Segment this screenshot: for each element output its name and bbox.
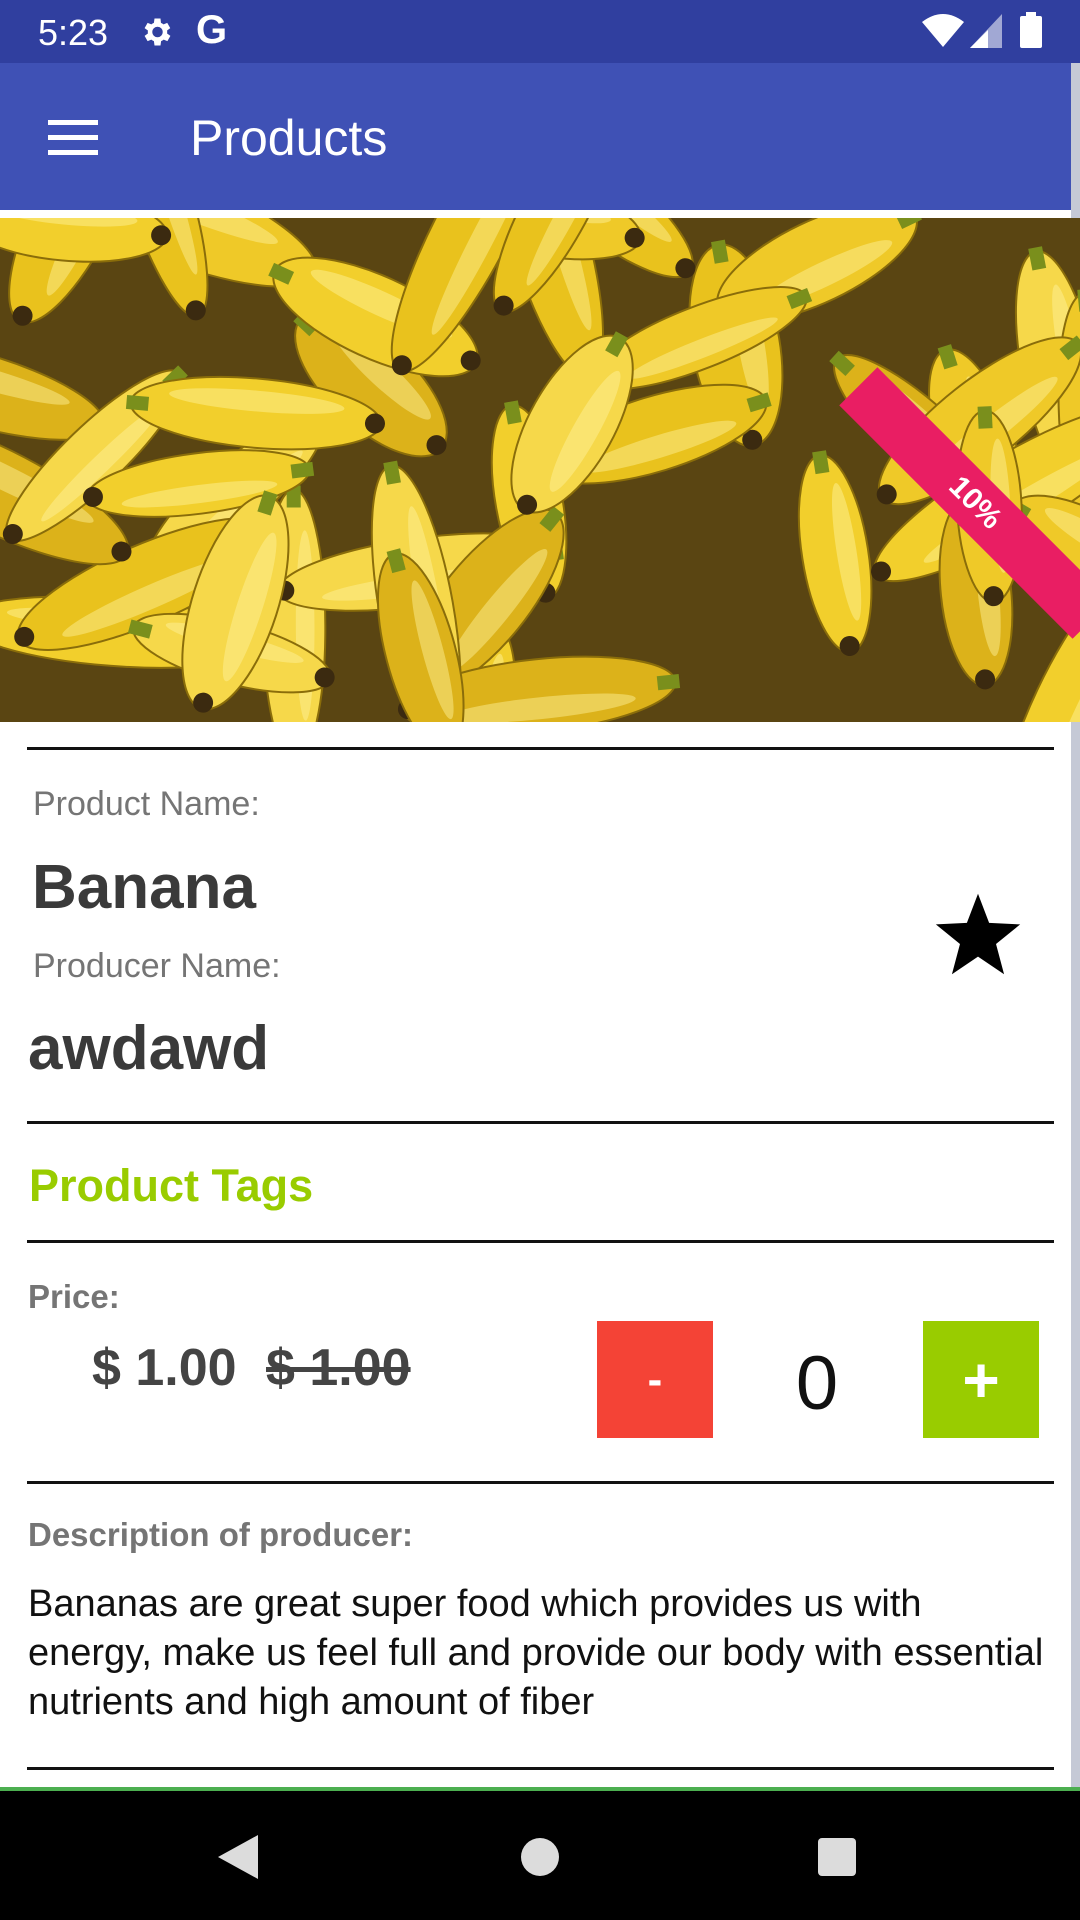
home-icon[interactable] — [521, 1838, 559, 1876]
page-title: Products — [190, 110, 388, 166]
product-image: 10% — [0, 218, 1080, 722]
product-name: Banana — [32, 853, 256, 922]
status-time: 5:23 — [38, 12, 109, 53]
wifi-icon — [922, 14, 964, 47]
navigation-bar — [0, 1791, 1080, 1920]
divider — [27, 1481, 1054, 1484]
divider — [27, 1240, 1054, 1243]
producer-name: awdawd — [28, 1014, 270, 1083]
menu-icon[interactable] — [48, 120, 100, 156]
current-price: $ 1.00 — [92, 1339, 237, 1397]
divider — [27, 747, 1054, 750]
back-icon[interactable] — [218, 1835, 258, 1879]
status-bar: 5:23 G — [0, 0, 1080, 63]
increase-quantity-button[interactable]: + — [923, 1321, 1039, 1438]
signal-icon — [970, 14, 1002, 48]
decrease-quantity-button[interactable]: - — [597, 1321, 713, 1438]
app-bar: Products — [0, 63, 1071, 210]
description-label: Description of producer: — [28, 1516, 414, 1553]
description-text: Bananas are great super food which provi… — [28, 1583, 1044, 1723]
gear-icon — [144, 18, 171, 46]
original-price: $ 1.00 — [266, 1339, 411, 1397]
star-icon[interactable] — [932, 888, 1024, 980]
google-g-icon: G — [196, 8, 228, 52]
price-label: Price: — [28, 1278, 120, 1315]
divider — [27, 1767, 1054, 1770]
product-name-label: Product Name: — [33, 785, 260, 823]
battery-icon — [1020, 12, 1042, 48]
product-tags-title: Product Tags — [29, 1160, 314, 1211]
divider — [27, 1121, 1054, 1124]
producer-name-label: Producer Name: — [33, 947, 281, 985]
quantity-value: 0 — [795, 1341, 839, 1426]
recents-icon[interactable] — [818, 1838, 856, 1876]
